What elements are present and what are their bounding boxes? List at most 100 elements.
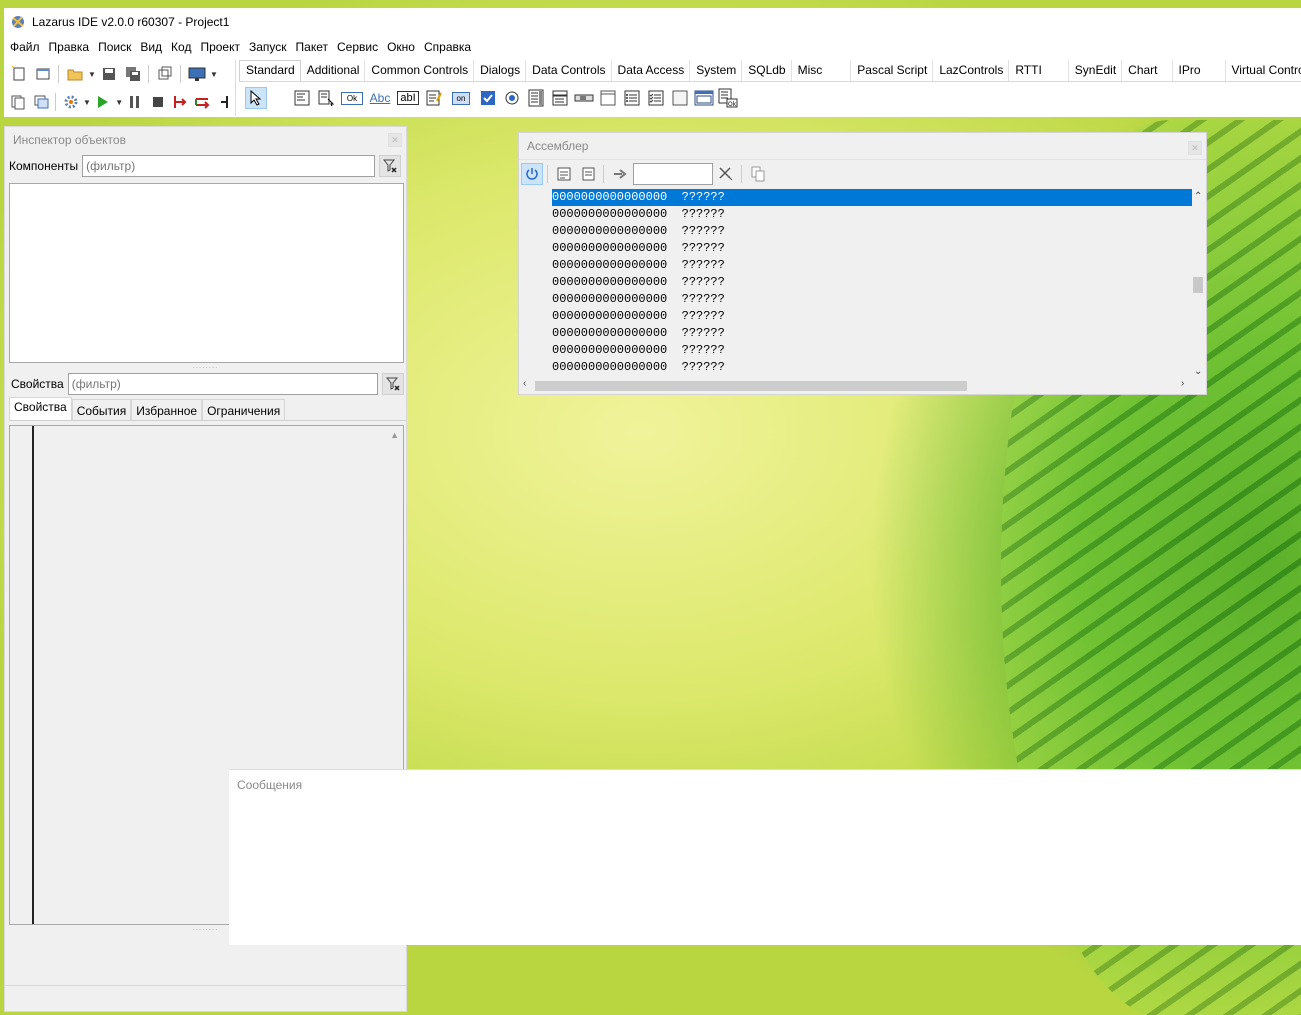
monitor-icon[interactable] xyxy=(186,63,208,85)
scrollbar-thumb[interactable] xyxy=(535,381,967,391)
menu-search[interactable]: Поиск xyxy=(98,40,138,54)
palette-tab-chart[interactable]: Chart xyxy=(1122,60,1173,81)
step-into-icon[interactable] xyxy=(170,91,190,113)
menu-source[interactable]: Код xyxy=(171,40,198,54)
properties-filter-input[interactable] xyxy=(67,373,378,395)
disassembly-list[interactable]: 0000000000000000 ?????? 0000000000000000… xyxy=(519,189,1192,379)
scroll-left-icon[interactable]: ‹ xyxy=(523,378,526,389)
build-mode-dropdown-icon[interactable]: ▼ xyxy=(210,70,218,79)
palette-tab-common-controls[interactable]: Common Controls xyxy=(365,60,475,81)
palette-tab-standard[interactable]: Standard xyxy=(239,60,301,81)
step-over-instr-icon[interactable] xyxy=(577,163,599,185)
tlistbox-icon[interactable] xyxy=(525,87,547,109)
asm-line[interactable]: 0000000000000000 ?????? xyxy=(519,342,1192,359)
assembler-close-icon[interactable]: ✕ xyxy=(1188,141,1202,155)
run-icon[interactable] xyxy=(93,91,113,113)
palette-tab-sqldb[interactable]: SQLdb xyxy=(742,60,792,81)
clear-components-filter-icon[interactable] xyxy=(379,155,402,177)
asm-line[interactable]: 0000000000000000 ?????? xyxy=(519,189,1192,206)
inspector-splitter-top[interactable]: ........ xyxy=(5,362,406,371)
tmemo-icon[interactable] xyxy=(423,87,445,109)
palette-tab-misc[interactable]: Misc xyxy=(792,60,852,81)
tradiogroup-icon[interactable] xyxy=(621,87,643,109)
property-grid-column-divider[interactable] xyxy=(32,426,34,924)
tab-restricted[interactable]: Ограничения xyxy=(202,399,286,420)
scroll-up-icon[interactable]: ▲ xyxy=(390,430,399,440)
palette-tab-additional[interactable]: Additional xyxy=(301,60,366,81)
open-folder-icon[interactable] xyxy=(64,63,86,85)
scroll-up-icon[interactable]: ⌃ xyxy=(1194,191,1202,202)
tab-events[interactable]: События xyxy=(71,399,132,420)
stop-icon[interactable] xyxy=(148,91,168,113)
selection-pointer-icon[interactable] xyxy=(245,87,267,109)
menu-window[interactable]: Окно xyxy=(387,40,422,54)
ttogglebox-icon[interactable]: on xyxy=(447,87,475,109)
save-all-icon[interactable] xyxy=(122,63,144,85)
step-out-icon[interactable] xyxy=(215,91,235,113)
build-gear-icon[interactable] xyxy=(61,91,81,113)
copy-icon[interactable] xyxy=(747,163,769,185)
goto-address-icon[interactable] xyxy=(715,163,737,185)
run-dropdown-icon[interactable]: ▼ xyxy=(115,98,123,107)
palette-tab-ipro[interactable]: IPro xyxy=(1173,60,1226,81)
tcheckbox-icon[interactable] xyxy=(477,87,499,109)
tpanel-icon[interactable] xyxy=(669,87,691,109)
menu-help[interactable]: Справка xyxy=(424,40,478,54)
scroll-right-icon[interactable]: › xyxy=(1181,378,1184,389)
components-tree[interactable] xyxy=(9,183,404,363)
tscrollbar-icon[interactable] xyxy=(573,87,595,109)
palette-tab-dialogs[interactable]: Dialogs xyxy=(474,60,527,81)
goto-arrow-icon[interactable] xyxy=(609,163,631,185)
clear-properties-filter-icon[interactable] xyxy=(381,373,404,395)
asm-line[interactable]: 0000000000000000 ?????? xyxy=(519,206,1192,223)
step-over-icon[interactable] xyxy=(192,91,212,113)
toggle-form-unit-icon[interactable] xyxy=(154,63,176,85)
asm-line[interactable]: 0000000000000000 ?????? xyxy=(519,223,1192,240)
asm-line[interactable]: 0000000000000000 ?????? xyxy=(519,274,1192,291)
pause-icon[interactable] xyxy=(125,91,145,113)
asm-line[interactable]: 0000000000000000 ?????? xyxy=(519,291,1192,308)
asm-line[interactable]: 0000000000000000 ?????? xyxy=(519,325,1192,342)
tmainmenu-icon[interactable] xyxy=(291,87,313,109)
step-into-instr-icon[interactable] xyxy=(553,163,575,185)
asm-line[interactable]: 0000000000000000 ?????? xyxy=(519,257,1192,274)
menu-edit[interactable]: Правка xyxy=(49,40,97,54)
asm-line[interactable]: 0000000000000000 ?????? xyxy=(519,308,1192,325)
build-dropdown-icon[interactable]: ▼ xyxy=(83,98,91,107)
tactionlist-icon[interactable]: Ok xyxy=(717,87,739,109)
menu-package[interactable]: Пакет xyxy=(296,40,335,54)
assembler-horizontal-scrollbar[interactable]: ‹ › xyxy=(519,377,1208,394)
tcheckgroup-icon[interactable] xyxy=(645,87,667,109)
tab-favorites[interactable]: Избранное xyxy=(131,399,203,420)
tlabel-icon[interactable]: Abc xyxy=(367,87,393,109)
tradiobutton-icon[interactable] xyxy=(501,87,523,109)
power-icon[interactable] xyxy=(521,162,543,185)
palette-tab-data-access[interactable]: Data Access xyxy=(612,60,691,81)
save-icon[interactable] xyxy=(98,63,120,85)
assembler-vertical-scrollbar[interactable]: ⌃ ⌄ xyxy=(1190,189,1206,379)
view-units-icon[interactable] xyxy=(8,91,28,113)
menu-tools[interactable]: Сервис xyxy=(337,40,385,54)
tpopupmenu-icon[interactable] xyxy=(315,87,337,109)
tab-properties[interactable]: Свойства xyxy=(9,397,72,420)
address-input[interactable] xyxy=(633,162,713,185)
components-filter-input[interactable] xyxy=(82,155,376,177)
palette-tab-pascal-script[interactable]: Pascal Script xyxy=(851,60,934,81)
new-unit-icon[interactable] xyxy=(8,63,30,85)
menu-file[interactable]: Файл xyxy=(10,40,47,54)
palette-tab-synedit[interactable]: SynEdit xyxy=(1069,60,1123,81)
asm-line[interactable]: 0000000000000000 ?????? xyxy=(519,240,1192,257)
view-forms-icon[interactable] xyxy=(30,91,50,113)
scroll-down-icon[interactable]: ⌄ xyxy=(1194,366,1202,377)
menu-run[interactable]: Запуск xyxy=(249,40,294,54)
tframe-icon[interactable] xyxy=(693,87,715,109)
palette-tab-data-controls[interactable]: Data Controls xyxy=(526,60,612,81)
scrollbar-thumb[interactable] xyxy=(1193,277,1203,293)
inspector-close-icon[interactable]: ✕ xyxy=(388,133,402,147)
open-recent-dropdown-icon[interactable]: ▼ xyxy=(88,70,96,79)
palette-tab-lazcontrols[interactable]: LazControls xyxy=(933,60,1010,81)
tbutton-icon[interactable]: Ok xyxy=(339,87,365,109)
palette-tab-rtti[interactable]: RTTI xyxy=(1009,60,1069,81)
tcombobox-icon[interactable] xyxy=(549,87,571,109)
palette-tab-system[interactable]: System xyxy=(690,60,743,81)
